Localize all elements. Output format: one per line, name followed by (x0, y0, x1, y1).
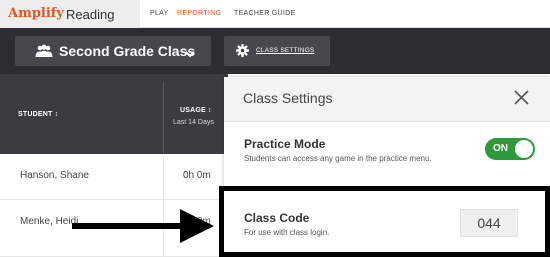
class-code-description: For use with class login. (244, 228, 330, 237)
product-name: Reading (66, 7, 115, 22)
panel-header: Class Settings (224, 77, 550, 122)
student-name[interactable]: Menke, Heidi (20, 216, 78, 227)
student-name[interactable]: Hanson, Shane (20, 170, 89, 181)
practice-mode-description: Students can access any game in the prac… (244, 154, 432, 163)
close-icon[interactable] (513, 89, 530, 106)
class-toolbar: Second Grade Class CLASS SETTINGS (0, 28, 550, 74)
table-row[interactable]: Hanson, Shane 0h 0m (0, 154, 228, 200)
student-column-header[interactable]: STUDENT ↕ (18, 111, 58, 118)
practice-mode-toggle[interactable]: ON (485, 138, 535, 160)
class-code-section: Class Code For use with class login. 044 (219, 186, 550, 257)
usage-value: 0h 0m (183, 170, 211, 181)
table-header: STUDENT ↕ USAGE ↕ Last 14 Days (0, 74, 228, 154)
nav-teacher-guide[interactable]: TEACHER GUIDE (234, 10, 295, 17)
class-code-value: 044 (460, 209, 518, 237)
column-divider (163, 82, 164, 154)
amplify-logo: Amplify (8, 6, 64, 21)
usage-column-header[interactable]: USAGE ↕ (180, 107, 212, 114)
usage-column-subtitle: Last 14 Days (173, 119, 214, 126)
top-nav: Amplify Reading PLAY REPORTING TEACHER G… (0, 0, 550, 28)
toggle-state-label: ON (493, 143, 508, 154)
practice-mode-title: Practice Mode (244, 137, 326, 151)
brand-tab[interactable]: Amplify Reading (0, 0, 140, 28)
class-select-dropdown[interactable]: Second Grade Class (15, 36, 211, 66)
class-name: Second Grade Class (59, 43, 196, 59)
people-icon (35, 44, 53, 58)
nav-play[interactable]: PLAY (150, 10, 169, 17)
nav-reporting[interactable]: REPORTING (177, 10, 221, 17)
gear-icon (236, 44, 249, 57)
chevron-down-icon (184, 46, 196, 58)
column-divider (163, 154, 164, 199)
toggle-knob (515, 140, 533, 158)
arrow-right-icon (72, 209, 214, 243)
class-settings-label: CLASS SETTINGS (256, 47, 315, 54)
class-code-title: Class Code (244, 211, 310, 225)
class-settings-button[interactable]: CLASS SETTINGS (224, 36, 330, 66)
panel-title: Class Settings (243, 90, 333, 106)
